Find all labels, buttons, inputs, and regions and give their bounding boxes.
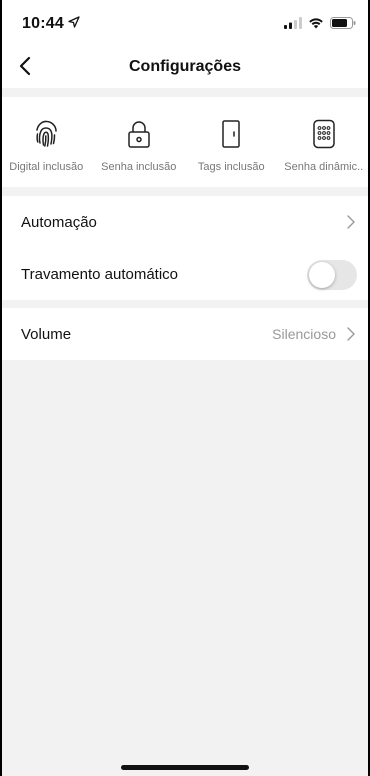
status-icons — [284, 17, 356, 29]
fingerprint-icon — [36, 120, 57, 147]
padlock-icon — [128, 121, 150, 148]
automation-label: Automação — [21, 213, 97, 231]
status-bar: 10:44 — [0, 0, 370, 44]
status-time: 10:44 — [22, 15, 64, 32]
volume-value: Silencioso — [272, 326, 336, 342]
settings-group-2: Volume Silencioso — [0, 308, 370, 360]
wifi-icon — [309, 18, 323, 29]
keypad-icon — [313, 119, 335, 149]
chevron-right-icon — [347, 327, 355, 341]
auto-lock-label: Travamento automático — [21, 265, 179, 283]
chevron-right-icon — [347, 215, 355, 229]
shortcut-label: Senha inclusão — [101, 161, 177, 173]
automation-row[interactable]: Automação — [0, 196, 370, 248]
door-icon — [222, 120, 240, 148]
home-indicator — [121, 765, 249, 770]
location-arrow-icon — [68, 16, 80, 28]
shortcut-tags[interactable]: Tags inclusão — [185, 97, 278, 187]
shortcut-label: Digital inclusão — [9, 161, 84, 173]
shortcut-dynamic-password[interactable]: Senha dinâmic.. — [278, 97, 370, 187]
battery-icon — [330, 17, 356, 29]
volume-row[interactable]: Volume Silencioso — [0, 308, 370, 360]
volume-label: Volume — [21, 325, 72, 343]
shortcut-password[interactable]: Senha inclusão — [93, 97, 186, 187]
auto-lock-row: Travamento automático — [0, 248, 370, 300]
shortcut-label: Tags inclusão — [197, 161, 265, 173]
signal-icon — [284, 17, 302, 29]
settings-group-1: Automação Travamento automático — [0, 196, 370, 300]
shortcut-label: Senha dinâmic.. — [284, 161, 364, 173]
nav-bar: Configurações — [0, 44, 370, 88]
shortcut-row: Digital inclusão Senha inclusão Tags inc… — [0, 97, 370, 187]
auto-lock-toggle[interactable] — [307, 260, 357, 290]
shortcut-fingerprint[interactable]: Digital inclusão — [0, 97, 93, 187]
toggle-knob — [309, 262, 335, 288]
page-title: Configurações — [128, 58, 241, 75]
